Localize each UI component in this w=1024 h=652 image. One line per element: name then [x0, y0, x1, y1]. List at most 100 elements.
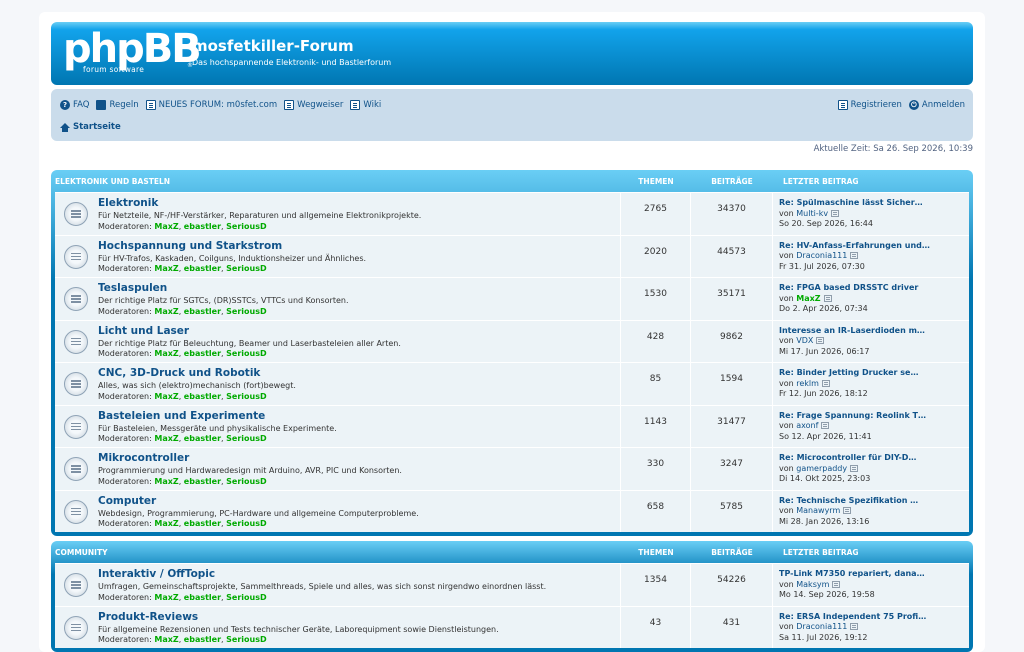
moderator-link[interactable]: MaxZ [154, 264, 178, 273]
by-label: von [779, 208, 794, 218]
guide-label: Wegweiser [297, 100, 344, 110]
moderator-link[interactable]: SeriousD [226, 264, 266, 273]
last-post-user-link[interactable]: axonf [796, 421, 818, 430]
moderator-link[interactable]: ebastler [184, 477, 221, 486]
forum-title-link[interactable]: Teslaspulen [98, 282, 167, 294]
last-post-title-link[interactable]: Re: Microcontroller für DIY-D… [779, 453, 969, 464]
forum-description: Für Basteleien, Messgeräte und physikali… [98, 423, 337, 433]
moderator-link[interactable]: ebastler [184, 264, 221, 273]
last-post-user-link[interactable]: Maksym [796, 580, 829, 589]
moderator-link[interactable]: MaxZ [154, 392, 178, 401]
last-post-date: Fr 31. Jul 2026, 07:30 [779, 261, 865, 271]
login-link[interactable]: ⏻ Anmelden [908, 100, 965, 110]
forum-title-link[interactable]: Interaktiv / OffTopic [98, 568, 215, 580]
last-post-title-link[interactable]: Re: Frage Spannung: Reolink T… [779, 411, 969, 422]
forum-title-link[interactable]: Licht und Laser [98, 325, 189, 337]
last-post-cell: Re: ERSA Independent 75 Profi… von Dracon… [773, 607, 969, 649]
topics-count: 330 [621, 448, 691, 490]
category-header: COMMUNITY THEMEN BEITRÄGE LETZTER BEITRAG [55, 541, 969, 563]
moderator-link[interactable]: SeriousD [226, 519, 266, 528]
view-latest-post-icon[interactable] [821, 422, 830, 429]
forum-title-link[interactable]: Basteleien und Experimente [98, 410, 265, 422]
moderator-link[interactable]: ebastler [184, 222, 221, 231]
last-post-title-link[interactable]: Re: Technische Spezifikation … [779, 496, 969, 507]
register-link[interactable]: Registrieren [837, 100, 902, 110]
moderators-label: Moderatoren: [98, 434, 152, 443]
category-title[interactable]: COMMUNITY [55, 548, 621, 557]
view-latest-post-icon[interactable] [843, 507, 852, 514]
last-post-date: Mi 17. Jun 2026, 06:17 [779, 346, 870, 356]
topics-count: 85 [621, 363, 691, 405]
new-forum-link[interactable]: NEUES FORUM: m0sfet.com [145, 100, 277, 110]
forum-title-link[interactable]: Mikrocontroller [98, 452, 189, 464]
moderator-link[interactable]: SeriousD [226, 477, 266, 486]
forum-title-link[interactable]: Computer [98, 495, 156, 507]
site-title[interactable]: mosfetkiller-Forum [192, 37, 354, 55]
guide-link[interactable]: Wegweiser [284, 100, 343, 110]
forum-main-cell: Basteleien und Experimente Für Basteleien… [55, 405, 621, 447]
moderator-link[interactable]: SeriousD [226, 349, 266, 358]
moderator-link[interactable]: ebastler [184, 392, 221, 401]
category-title[interactable]: ELEKTRONIK UND BASTELN [55, 177, 621, 186]
last-post-user-link[interactable]: Draconia111 [796, 622, 847, 631]
view-latest-post-icon[interactable] [831, 209, 840, 217]
moderator-link[interactable]: ebastler [184, 519, 221, 528]
last-post-user-link[interactable]: reklm [796, 379, 819, 388]
forum-title-link[interactable]: Produkt-Reviews [98, 611, 198, 623]
last-post-user-link[interactable]: Manawyrm [796, 506, 840, 515]
forum-description: Alles, was sich (elektro)mechanisch (for… [98, 381, 296, 390]
forum-title-link[interactable]: Hochspannung und Starkstrom [98, 240, 282, 252]
phpbb-logo[interactable]: phpBB forum software ® [63, 29, 202, 76]
moderator-link[interactable]: MaxZ [154, 222, 178, 231]
last-post-title-link[interactable]: Interesse an IR-Laserdioden m… [779, 326, 969, 337]
moderator-link[interactable]: ebastler [184, 434, 221, 443]
view-latest-post-icon[interactable] [832, 580, 841, 588]
forum-main-cell: Licht und Laser Der richtige Platz für Be… [55, 320, 621, 362]
last-post-title-link[interactable]: Re: Binder Jetting Drucker se… [779, 368, 969, 379]
last-post-cell: Re: Frage Spannung: Reolink T… von axonf S… [773, 406, 969, 448]
forum-title-link[interactable]: Elektronik [98, 197, 158, 209]
rules-link[interactable]: Regeln [96, 100, 139, 110]
forum-row: CNC, 3D-Druck und Robotik Alles, was sich… [55, 362, 969, 405]
moderator-link[interactable]: SeriousD [226, 593, 266, 602]
moderator-link[interactable]: SeriousD [226, 434, 266, 443]
last-post-title-link[interactable]: TP-Link M7350 repariert, dana… [779, 569, 969, 580]
forum-title-link[interactable]: CNC, 3D-Druck und Robotik [98, 367, 260, 379]
column-last-post-header: LETZTER BEITRAG [783, 176, 859, 186]
moderator-link[interactable]: SeriousD [226, 392, 266, 401]
view-latest-post-icon[interactable] [823, 294, 832, 302]
wiki-link[interactable]: Wiki [350, 100, 381, 110]
last-post-user-link[interactable]: VDX [796, 336, 813, 345]
by-label: von [779, 378, 794, 388]
last-post-title-link[interactable]: Re: Spülmaschine lässt Sicher… [779, 198, 969, 209]
header-bar: phpBB forum software ® mosfetkiller-Foru… [51, 22, 973, 85]
register-label: Registrieren [850, 100, 902, 110]
view-latest-post-icon[interactable] [850, 623, 859, 630]
moderator-link[interactable]: ebastler [184, 307, 221, 316]
moderator-link[interactable]: MaxZ [154, 434, 178, 443]
view-latest-post-icon[interactable] [850, 464, 859, 472]
last-post-user-link[interactable]: Draconia111 [796, 251, 847, 260]
view-latest-post-icon[interactable] [850, 252, 859, 259]
faq-link[interactable]: ? FAQ [60, 100, 89, 110]
view-latest-post-icon[interactable] [816, 337, 825, 344]
moderator-link[interactable]: MaxZ [154, 593, 178, 602]
moderator-link[interactable]: SeriousD [226, 222, 266, 231]
moderator-link[interactable]: MaxZ [154, 477, 178, 486]
last-post-user-link[interactable]: Multi-kv [796, 209, 828, 218]
view-latest-post-icon[interactable] [821, 379, 830, 387]
column-topics-header: THEMEN [638, 176, 674, 186]
moderator-link[interactable]: ebastler [184, 593, 221, 602]
forum-read-icon [64, 615, 88, 640]
moderator-link[interactable]: MaxZ [154, 349, 178, 358]
moderator-link[interactable]: ebastler [184, 349, 221, 358]
moderator-link[interactable]: SeriousD [226, 307, 266, 316]
last-post-title-link[interactable]: Re: FPGA based DRSSTC driver [779, 283, 969, 294]
breadcrumb-home[interactable]: Startseite [60, 122, 121, 132]
moderator-link[interactable]: MaxZ [154, 519, 178, 528]
last-post-title-link[interactable]: Re: ERSA Independent 75 Profi… [779, 612, 969, 623]
last-post-user-link[interactable]: gamerpaddy [796, 464, 847, 473]
moderator-link[interactable]: MaxZ [154, 307, 178, 316]
last-post-user-link[interactable]: MaxZ [796, 294, 820, 303]
last-post-title-link[interactable]: Re: HV-Anfass-Erfahrungen und… [779, 241, 969, 252]
